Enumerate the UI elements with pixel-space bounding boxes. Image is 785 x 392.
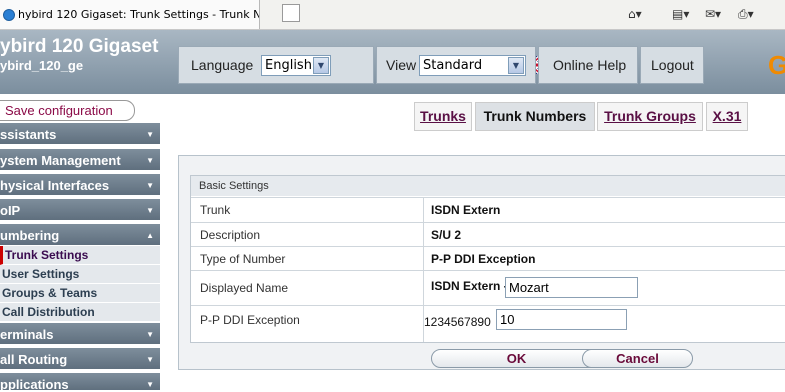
brand-logo: G	[768, 50, 785, 80]
language-panel: Language English ▼	[178, 46, 541, 84]
cancel-button[interactable]: Cancel	[582, 349, 693, 368]
chevron-down-icon: ▼	[146, 181, 154, 190]
sidebar-item-label: hysical Interfaces	[0, 178, 110, 193]
sidebar-item-system-management[interactable]: ystem Management ▼	[0, 149, 160, 172]
chevron-down-icon: ▼	[146, 380, 154, 389]
form-row-description: Description S/U 2	[191, 222, 785, 246]
form-row-displayed-name: Displayed Name ISDN Extern - Mozart	[191, 270, 785, 305]
sidebar-item-voip[interactable]: oIP ▼	[0, 199, 160, 222]
device-name: ybird_120_ge	[0, 58, 84, 73]
divider	[423, 271, 424, 305]
chevron-down-icon: ▼	[508, 57, 524, 74]
favicon-icon	[3, 9, 15, 21]
sidebar-item-applications[interactable]: pplications ▼	[0, 373, 160, 392]
sidebar-item-terminals[interactable]: erminals ▼	[0, 323, 160, 346]
sidebar-item-label: erminals	[0, 327, 54, 342]
sidebar-item-assistants[interactable]: ssistants ▼	[0, 123, 160, 146]
print-icon[interactable]: ⎙▾	[738, 4, 754, 24]
view-select[interactable]: Standard ▼	[419, 55, 526, 76]
section-title: Basic Settings	[191, 176, 785, 196]
sidebar-item-label: all Routing	[0, 352, 68, 367]
trunk-value: ISDN Extern	[431, 203, 501, 217]
sidebar-item-label: umbering	[0, 228, 60, 243]
sidebar-subitem-user-settings[interactable]: User Settings	[0, 265, 160, 284]
chevron-down-icon: ▼	[146, 330, 154, 339]
sidebar-item-label: oIP	[0, 203, 21, 218]
displayed-name-label: Displayed Name	[200, 281, 289, 295]
description-label: Description	[200, 228, 261, 242]
tab-label: X.31	[712, 108, 742, 124]
type-of-number-label: Type of Number	[200, 252, 286, 266]
tab-label: Trunk Numbers	[483, 108, 587, 124]
tab-trunk-groups[interactable]: Trunk Groups	[597, 102, 703, 131]
divider	[423, 198, 424, 222]
logout-label: Logout	[651, 57, 694, 73]
sidebar-item-call-routing[interactable]: all Routing ▼	[0, 348, 160, 371]
tab-label: Trunk Groups	[604, 108, 696, 124]
online-help-button[interactable]: Online Help	[538, 46, 638, 84]
description-value: S/U 2	[431, 228, 462, 242]
language-label: Language	[191, 57, 254, 73]
divider	[423, 247, 424, 270]
type-of-number-value: P-P DDI Exception	[431, 252, 536, 266]
divider	[423, 223, 424, 246]
sidebar-item-physical-interfaces[interactable]: hysical Interfaces ▼	[0, 174, 160, 197]
tab-trunks[interactable]: Trunks	[414, 102, 472, 131]
chevron-down-icon: ▼	[146, 355, 154, 364]
sidebar-item-numbering[interactable]: umbering ▲	[0, 224, 160, 247]
sidebar-item-label: ssistants	[0, 127, 57, 142]
pp-ddi-exception-prefix: 1234567890	[424, 315, 491, 329]
chevron-down-icon: ▼	[146, 130, 154, 139]
language-value: English	[265, 58, 312, 73]
save-configuration-button[interactable]: Save configuration	[0, 100, 135, 121]
language-select[interactable]: English ▼	[261, 55, 331, 76]
tab-label: Trunks	[420, 108, 466, 124]
displayed-name-input[interactable]: Mozart	[505, 277, 638, 298]
sidebar-item-label: pplications	[0, 377, 69, 392]
displayed-name-prefix: ISDN Extern -	[431, 279, 508, 293]
view-label: View	[386, 57, 417, 73]
sidebar-subitem-groups-teams[interactable]: Groups & Teams	[0, 284, 160, 303]
browser-tab-title: hybird 120 Gigaset: Trunk Settings - Tru…	[18, 8, 259, 21]
form-row-trunk: Trunk ISDN Extern	[191, 197, 785, 222]
new-tab-button[interactable]	[282, 4, 300, 22]
chevron-down-icon: ▼	[146, 206, 154, 215]
logout-button[interactable]: Logout	[640, 46, 704, 84]
browser-tab[interactable]: hybird 120 Gigaset: Trunk Settings - Tru…	[0, 0, 260, 29]
sidebar-subitem-trunk-settings[interactable]: Trunk Settings	[0, 246, 160, 265]
chevron-down-icon: ▼	[146, 156, 154, 165]
brand-title: ybird 120 Gigaset	[0, 36, 159, 57]
pp-ddi-exception-input[interactable]: 10	[496, 309, 627, 330]
ok-button[interactable]: OK	[431, 349, 602, 368]
home-icon[interactable]: ⌂▾	[628, 4, 642, 24]
mail-icon[interactable]: ✉▾	[705, 4, 721, 24]
view-value: Standard	[423, 58, 483, 73]
chevron-down-icon: ▼	[313, 57, 329, 74]
view-panel: View Standard ▼	[376, 46, 536, 84]
tab-trunk-numbers[interactable]: Trunk Numbers	[475, 102, 595, 131]
feed-icon[interactable]: ▤▾	[672, 4, 689, 24]
pp-ddi-exception-label: P-P DDI Exception	[200, 313, 300, 327]
chevron-up-icon: ▲	[146, 231, 154, 240]
sidebar-subitem-call-distribution[interactable]: Call Distribution	[0, 303, 160, 322]
form-row-pp-ddi-exception: P-P DDI Exception 1234567890 10	[191, 305, 785, 342]
online-help-label: Online Help	[553, 57, 627, 73]
tab-x31[interactable]: X.31	[706, 102, 748, 131]
trunk-label: Trunk	[200, 203, 231, 217]
sidebar-item-label: ystem Management	[0, 153, 121, 168]
form-row-type-of-number: Type of Number P-P DDI Exception	[191, 246, 785, 270]
